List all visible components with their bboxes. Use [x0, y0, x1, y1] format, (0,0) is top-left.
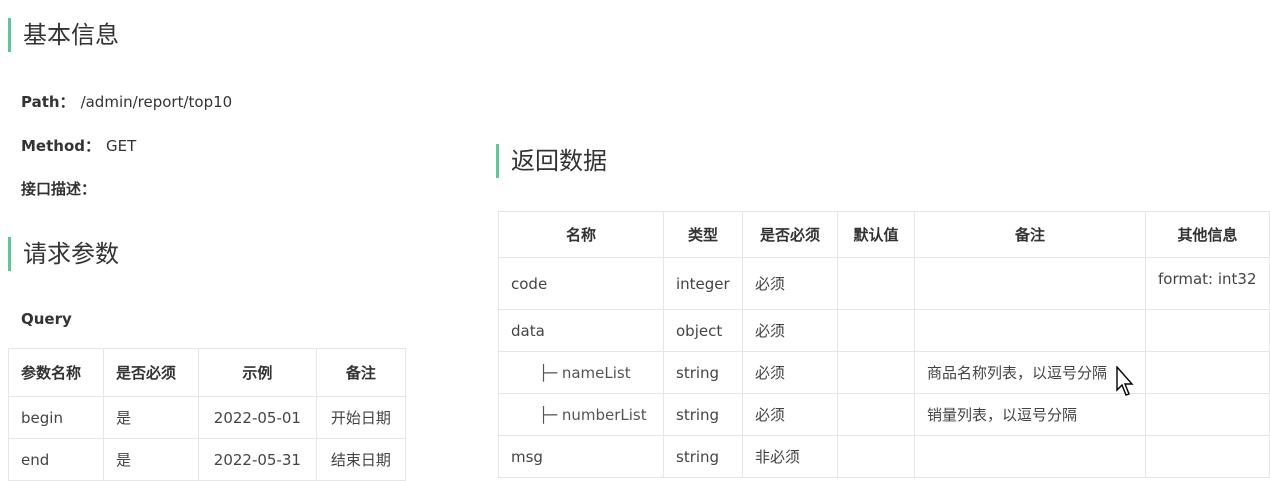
table-row: end 是 2022-05-31 结束日期 — [8, 438, 407, 481]
table-row: data object 必须 — [498, 309, 1270, 352]
path-row: Path： /admin/report/top10 — [21, 91, 232, 112]
method-label: Method： — [21, 137, 100, 155]
required-cell: 必须 — [742, 257, 838, 310]
default-cell — [837, 309, 915, 352]
default-cell — [837, 351, 915, 394]
table-row: code integer 必须 format: int32 — [498, 257, 1270, 310]
query-params-table: 参数名称 是否必须 示例 备注 begin 是 2022-05-01 开始日期 … — [8, 348, 407, 481]
table-row: msg string 非必须 — [498, 435, 1270, 478]
param-required-cell: 是 — [103, 438, 199, 481]
default-cell — [837, 393, 915, 436]
th-param-name: 参数名称 — [8, 348, 104, 397]
name-cell: msg — [498, 435, 664, 478]
param-note-cell: 开始日期 — [315, 396, 407, 439]
basic-info-title: 基本信息 — [23, 21, 119, 49]
other-cell — [1145, 351, 1270, 394]
path-label: Path： — [21, 93, 75, 111]
response-table: 名称 类型 是否必须 默认值 备注 其他信息 code integer 必须 f… — [498, 211, 1270, 478]
th-required: 是否必须 — [103, 348, 199, 397]
required-cell: 必须 — [742, 309, 838, 352]
table-row: ├─ nameList string 必须 商品名称列表，以逗号分隔 — [498, 351, 1270, 394]
note-cell: 商品名称列表，以逗号分隔 — [914, 351, 1146, 394]
mouse-pointer-icon — [1116, 366, 1134, 396]
th-note: 备注 — [315, 348, 407, 397]
note-cell — [914, 435, 1146, 478]
note-cell: 销量列表，以逗号分隔 — [914, 393, 1146, 436]
type-cell: string — [663, 351, 743, 394]
default-cell — [837, 257, 915, 310]
table-row: ├─ numberList string 必须 销量列表，以逗号分隔 — [498, 393, 1270, 436]
request-params-title: 请求参数 — [23, 240, 119, 268]
name-cell: ├─ numberList — [498, 393, 664, 436]
type-cell: string — [663, 435, 743, 478]
name-cell: data — [498, 309, 664, 352]
response-title: 返回数据 — [511, 147, 607, 175]
required-cell: 必须 — [742, 393, 838, 436]
note-cell — [914, 257, 1146, 310]
th-example: 示例 — [198, 348, 317, 397]
section-title-request-params: 请求参数 — [8, 237, 119, 271]
th-type: 类型 — [663, 211, 743, 258]
required-cell: 必须 — [742, 351, 838, 394]
section-title-basic-info: 基本信息 — [8, 18, 119, 52]
param-example-cell: 2022-05-01 — [198, 396, 317, 439]
query-label: Query — [21, 310, 72, 328]
path-value: /admin/report/top10 — [80, 93, 233, 111]
default-cell — [837, 435, 915, 478]
th-name: 名称 — [498, 211, 664, 258]
param-example-cell: 2022-05-31 — [198, 438, 317, 481]
other-cell — [1145, 435, 1270, 478]
method-row: Method： GET — [21, 135, 136, 156]
param-name-cell: end — [8, 438, 104, 481]
desc-row: 接口描述： — [21, 178, 96, 199]
th-default: 默认值 — [837, 211, 915, 258]
other-cell — [1145, 309, 1270, 352]
th-required: 是否必须 — [742, 211, 838, 258]
table-row: begin 是 2022-05-01 开始日期 — [8, 396, 407, 439]
param-required-cell: 是 — [103, 396, 199, 439]
th-note: 备注 — [914, 211, 1146, 258]
other-cell: format: int32 — [1145, 257, 1270, 310]
th-other: 其他信息 — [1145, 211, 1270, 258]
type-cell: string — [663, 393, 743, 436]
type-cell: integer — [663, 257, 743, 310]
type-cell: object — [663, 309, 743, 352]
section-title-response: 返回数据 — [496, 144, 607, 178]
note-cell — [914, 309, 1146, 352]
name-cell: code — [498, 257, 664, 310]
required-cell: 非必须 — [742, 435, 838, 478]
param-name-cell: begin — [8, 396, 104, 439]
name-cell: ├─ nameList — [498, 351, 664, 394]
other-cell — [1145, 393, 1270, 436]
param-note-cell: 结束日期 — [315, 438, 407, 481]
method-value: GET — [106, 137, 137, 155]
desc-label: 接口描述： — [21, 180, 97, 198]
